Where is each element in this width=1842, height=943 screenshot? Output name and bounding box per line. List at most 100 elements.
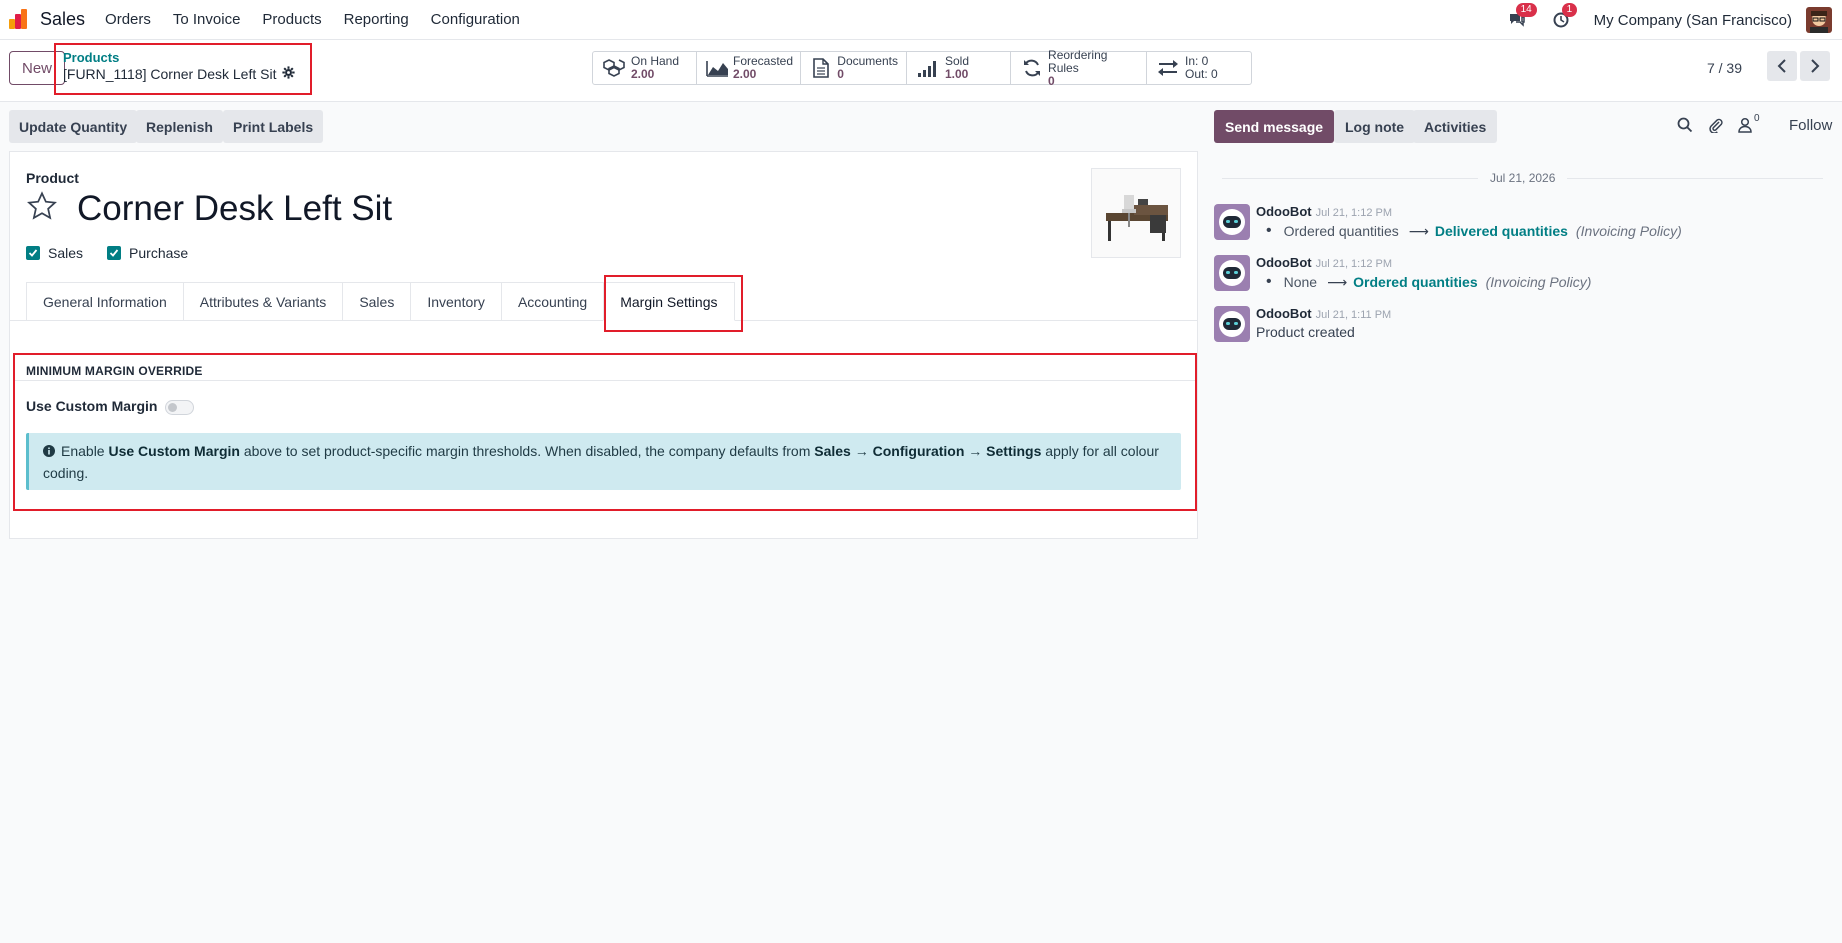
new-value: Delivered quantities [1434,223,1568,239]
alert-text-3: → [850,443,873,459]
alert-bold-custom-margin: Use Custom Margin [108,443,240,459]
menu-reporting[interactable]: Reporting [344,11,409,28]
messages-badge: 14 [1515,3,1537,17]
smart-sold[interactable]: Sold 1.00 [907,52,1011,84]
document-icon [809,57,833,79]
pager-value[interactable]: 7 / 39 [1707,60,1742,76]
author-name[interactable]: OdooBot [1256,204,1312,219]
breadcrumb: [FURN_1118] Corner Desk Left Sit [63,66,296,82]
activities-button[interactable]: Activities [1413,110,1498,143]
field-name: (Invoicing Policy) [1575,223,1682,239]
tracking-value: • None ⟶ Ordered quantities (Invoicing P… [1266,273,1591,291]
smart-in-out[interactable]: In: 0 Out: 0 [1147,52,1251,84]
print-labels-button[interactable]: Print Labels [223,110,324,143]
menu-products[interactable]: Products [262,11,321,28]
message-time: Jul 21, 1:12 PM [1315,258,1393,270]
signal-icon [915,57,941,79]
paperclip-icon[interactable] [1708,117,1724,136]
log-note-button[interactable]: Log note [1334,110,1416,143]
reordering-rules-value: 0 [1048,73,1055,88]
tab-sales[interactable]: Sales [342,282,411,321]
tab-general-information[interactable]: General Information [26,282,183,321]
documents-label: Documents [837,54,898,68]
old-value: Ordered quantities [1283,223,1399,239]
author-name[interactable]: OdooBot [1256,255,1312,270]
alert-bold-configuration: Configuration [872,443,965,459]
tab-highlight [604,275,743,332]
breadcrumb-products[interactable]: Products [63,50,119,65]
star-icon[interactable] [26,190,58,225]
activities-clock-icon[interactable]: 1 [1550,3,1578,31]
pager-next-button[interactable] [1800,51,1830,81]
product-image[interactable] [1091,168,1181,258]
chevron-right-icon [1811,59,1820,73]
section-divider [15,380,1195,381]
search-icon[interactable] [1677,117,1693,136]
use-custom-margin-toggle[interactable] [165,400,194,415]
app-name[interactable]: Sales [40,9,85,30]
smart-buttons: On Hand 2.00 Forecasted 2.00 Documents 0 [592,47,1252,87]
product-flags: Sales Purchase [26,245,188,261]
user-avatar[interactable] [1806,7,1832,33]
smart-on-hand[interactable]: On Hand 2.00 [593,52,697,84]
purchase-checkbox-label: Purchase [129,245,189,261]
smart-forecasted[interactable]: Forecasted 2.00 [697,52,801,84]
smart-documents[interactable]: Documents 0 [801,52,907,84]
menu-to-invoice[interactable]: To Invoice [173,11,241,28]
user-icon [1738,117,1752,133]
info-icon [43,442,55,463]
cubes-icon [601,57,627,79]
send-message-button[interactable]: Send message [1214,110,1335,143]
message-author: OdooBot Jul 21, 1:12 PM [1256,255,1392,270]
on-hand-value: 2.00 [631,67,655,81]
exchange-icon [1155,57,1181,79]
tab-accounting[interactable]: Accounting [500,282,604,321]
purchase-checkbox[interactable] [107,246,122,260]
menu-configuration[interactable]: Configuration [431,11,520,28]
bullet: • [1266,273,1272,290]
message-time: Jul 21, 1:12 PM [1315,207,1393,219]
odoobot-avatar[interactable] [1214,204,1250,240]
odoobot-avatar[interactable] [1214,255,1250,291]
message-author: OdooBot Jul 21, 1:12 PM [1256,204,1392,219]
company-switcher[interactable]: My Company (San Francisco) [1594,12,1792,29]
arrow-right-icon: ⟶ [1327,273,1348,290]
tab-inventory[interactable]: Inventory [410,282,501,321]
followers-button[interactable]: 0 [1738,113,1760,133]
alert-text-2: above to set product-specific margin thr… [239,443,815,459]
refresh-icon [1019,57,1044,79]
reordering-rules-label: Reordering Rules [1048,47,1108,75]
documents-value: 0 [837,67,844,81]
date-label: Jul 21, 2026 [1478,171,1568,185]
messages-icon[interactable]: 14 [1506,3,1537,31]
author-name[interactable]: OdooBot [1256,306,1312,321]
sales-app-icon[interactable] [8,8,30,31]
top-navbar: Sales Orders To Invoice Products Reporti… [0,0,1842,40]
odoobot-avatar[interactable] [1214,306,1250,342]
alert-bold-sales: Sales [814,443,851,459]
alert-text-4: → [964,443,987,459]
bullet: • [1266,222,1272,239]
tab-attributes-variants[interactable]: Attributes & Variants [182,282,343,321]
area-chart-icon [705,57,729,79]
check-icon [109,249,119,257]
follow-button[interactable]: Follow [1789,117,1832,134]
update-quantity-button[interactable]: Update Quantity [9,110,138,143]
gear-icon[interactable] [282,66,296,82]
use-custom-margin-label: Use Custom Margin [26,398,158,414]
followers-count: 0 [1754,113,1760,124]
pager-previous-button[interactable] [1767,51,1797,81]
message-author: OdooBot Jul 21, 1:11 PM [1256,306,1391,321]
sales-checkbox[interactable] [26,246,40,260]
out-count: Out: 0 [1185,67,1218,81]
menu-orders[interactable]: Orders [105,11,151,28]
replenish-button[interactable]: Replenish [136,110,223,143]
product-name[interactable]: Corner Desk Left Sit [77,189,392,229]
message-time: Jul 21, 1:11 PM [1315,309,1392,321]
new-value: Ordered quantities [1353,274,1478,290]
activities-badge: 1 [1561,3,1578,17]
smart-reordering-rules[interactable]: Reordering Rules 0 [1011,47,1147,87]
info-alert: Enable Use Custom Margin above to set pr… [26,433,1181,490]
old-value: None [1283,274,1318,290]
section-title: MINIMUM MARGIN OVERRIDE [26,364,203,378]
